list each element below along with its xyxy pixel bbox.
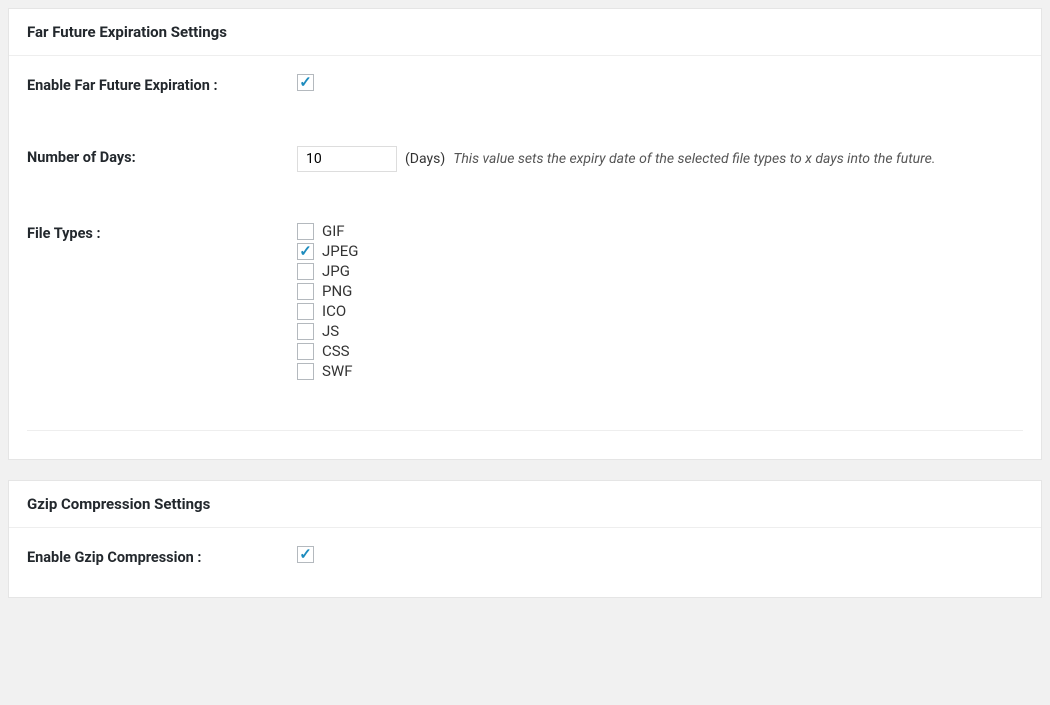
gzip-panel-header: Gzip Compression Settings [9,481,1041,528]
file-type-item-jpeg: JPEG [297,242,358,260]
days-suffix: (Days) [405,151,445,167]
file-type-label-css: CSS [322,342,350,360]
file-type-checkbox-swf[interactable] [297,363,314,380]
enable-gzip-value [297,546,1023,563]
number-of-days-inline: (Days) This value sets the expiry date o… [297,146,935,172]
number-of-days-input[interactable] [297,146,397,172]
file-type-checkbox-js[interactable] [297,323,314,340]
far-future-title: Far Future Expiration Settings [27,23,1023,41]
file-types-list: GIF JPEG JPG PNG [297,222,358,380]
far-future-panel-body: Enable Far Future Expiration : Number of… [9,56,1041,459]
file-types-label: File Types : [27,222,297,244]
file-type-checkbox-jpg[interactable] [297,263,314,280]
file-types-row: File Types : GIF JPEG JPG [27,222,1023,380]
file-type-item-gif: GIF [297,222,358,240]
file-type-item-ico: ICO [297,302,358,320]
enable-gzip-row: Enable Gzip Compression : [27,546,1023,568]
far-future-panel-header: Far Future Expiration Settings [9,9,1041,56]
file-type-item-png: PNG [297,282,358,300]
file-type-checkbox-gif[interactable] [297,223,314,240]
gzip-panel-body: Enable Gzip Compression : [9,528,1041,596]
file-type-label-swf: SWF [322,362,353,380]
number-of-days-label: Number of Days: [27,146,297,168]
file-type-label-gif: GIF [322,222,345,240]
file-type-label-js: JS [322,322,339,340]
enable-gzip-checkbox[interactable] [297,546,314,563]
file-type-checkbox-css[interactable] [297,343,314,360]
enable-far-future-row: Enable Far Future Expiration : [27,74,1023,96]
file-type-checkbox-jpeg[interactable] [297,243,314,260]
file-type-checkbox-png[interactable] [297,283,314,300]
days-description: This value sets the expiry date of the s… [453,148,935,170]
file-type-label-jpeg: JPEG [322,242,358,260]
gzip-title: Gzip Compression Settings [27,495,1023,513]
enable-gzip-label: Enable Gzip Compression : [27,546,297,568]
gzip-panel: Gzip Compression Settings Enable Gzip Co… [8,480,1042,597]
number-of-days-value: (Days) This value sets the expiry date o… [297,146,1023,172]
enable-far-future-checkbox[interactable] [297,74,314,91]
file-type-item-js: JS [297,322,358,340]
enable-far-future-value [297,74,1023,91]
file-type-item-jpg: JPG [297,262,358,280]
file-type-checkbox-ico[interactable] [297,303,314,320]
file-type-item-swf: SWF [297,362,358,380]
file-type-label-ico: ICO [322,302,346,320]
number-of-days-row: Number of Days: (Days) This value sets t… [27,146,1023,172]
file-types-value: GIF JPEG JPG PNG [297,222,1023,380]
panel-divider [27,430,1023,431]
far-future-panel: Far Future Expiration Settings Enable Fa… [8,8,1042,460]
enable-far-future-label: Enable Far Future Expiration : [27,74,297,96]
file-type-item-css: CSS [297,342,358,360]
file-type-label-jpg: JPG [322,262,350,280]
file-type-label-png: PNG [322,282,352,300]
